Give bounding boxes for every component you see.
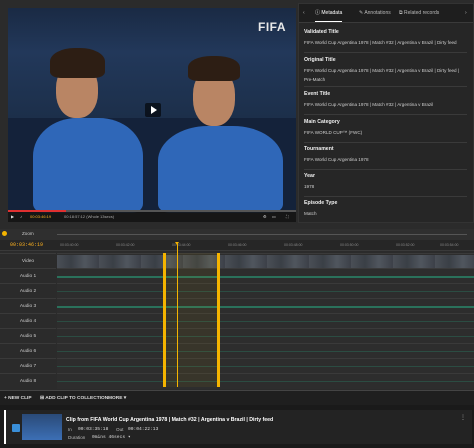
track-label-audio-7: Audio 7 — [0, 358, 56, 374]
tab-related-records[interactable]: ⧉ Related records — [399, 4, 439, 22]
tab-annotations[interactable]: ✎ Annotations — [359, 4, 391, 22]
fifa-watermark: FIFA — [258, 20, 286, 34]
tick-label: 00:03:40:00 — [60, 243, 79, 247]
audio-lane-7[interactable] — [57, 358, 474, 374]
current-timecode: 00:03:46:19 — [30, 214, 52, 219]
video-progress-bar[interactable] — [8, 210, 296, 212]
audio-waveform — [57, 381, 474, 382]
field-validated-title: Validated Title FIFA World Cup Argentina… — [304, 29, 457, 45]
panel-forward-icon[interactable]: › — [465, 4, 467, 22]
audio-waveform — [57, 306, 474, 308]
audio-lane-2[interactable] — [57, 283, 474, 299]
video-progress-fill — [8, 210, 66, 212]
tick-label: 00:03:54:00 — [440, 243, 459, 247]
clip-list: Clip from FIFA World Cup Argentina 1978 … — [0, 405, 474, 448]
volume-icon[interactable]: ♪ — [20, 214, 22, 219]
fullscreen-icon[interactable]: ⛶ — [286, 214, 289, 219]
clip-duration-label: Duration — [68, 435, 86, 440]
zoom-handle[interactable] — [2, 231, 7, 236]
audio-waveform — [57, 291, 474, 292]
add-to-collection-button[interactable]: ⊞ ADD CLIP TO COLLECTION — [40, 391, 108, 406]
track-label-audio-6: Audio 6 — [0, 343, 56, 359]
field-main-category: Main Category FIFA WORLD CUP™ (FWC) — [304, 119, 363, 135]
more-button[interactable]: MORE ▾ — [108, 391, 126, 406]
audio-waveform — [57, 336, 474, 337]
tick-label: 00:03:48:00 — [284, 243, 303, 247]
track-label-audio-8: Audio 8 — [0, 373, 56, 389]
video-lane[interactable] — [57, 253, 474, 269]
clip-out-handle[interactable] — [217, 315, 220, 323]
new-clip-button[interactable]: + NEW CLIP — [4, 391, 32, 406]
timeline-timecode: 00:03:46:19 — [10, 242, 44, 248]
audio-waveform — [57, 366, 474, 367]
video-player[interactable]: FIFA — [8, 8, 296, 213]
video-thumbnails — [57, 255, 474, 268]
track-label-audio-2: Audio 2 — [0, 283, 56, 299]
zoom-bar: Zoom — [0, 229, 474, 240]
clip-title: Clip from FIFA World Cup Argentina 1978 … — [66, 417, 274, 423]
clip-in-handle[interactable] — [163, 315, 166, 323]
timeline-ruler: 00:03:46:19 00:03:40:00 00:03:42:00 00:0… — [0, 240, 474, 251]
panel-tabs: ‹ ⓘ Metadata ✎ Annotations ⧉ Related rec… — [299, 4, 473, 23]
zoom-label: Zoom — [22, 231, 34, 236]
clip-menu-icon[interactable]: ⋮ — [460, 414, 466, 421]
field-year: Year 1978 — [304, 173, 315, 189]
audio-waveform — [57, 321, 474, 322]
tick-label: 00:03:46:00 — [228, 243, 247, 247]
clip-selection-range[interactable] — [163, 253, 220, 387]
clip-in-value[interactable]: 00:03:35:18 — [78, 427, 108, 432]
audio-lane-5[interactable] — [57, 328, 474, 344]
audio-waveform — [57, 276, 474, 278]
tab-metadata[interactable]: ⓘ Metadata — [315, 4, 343, 22]
field-episode-type: Episode Type Match — [304, 200, 338, 216]
tick-label: 00:03:52:00 — [396, 243, 415, 247]
audio-lane-8[interactable] — [57, 373, 474, 389]
track-label-audio-4: Audio 4 — [0, 313, 56, 329]
duration-label: 00:18:57:12 (Whole 13secs) — [64, 214, 115, 219]
tick-label: 00:03:42:00 — [116, 243, 135, 247]
player-left-figure — [33, 118, 143, 213]
track-label-audio-3: Audio 3 — [0, 298, 56, 314]
zoom-slider[interactable] — [57, 234, 467, 235]
clip-card[interactable]: Clip from FIFA World Cup Argentina 1978 … — [4, 410, 472, 444]
field-event-title: Event Title FIFA World Cup Argentina 197… — [304, 91, 434, 107]
clip-toolbar: + NEW CLIP ⊞ ADD CLIP TO COLLECTION MORE… — [0, 390, 474, 406]
playhead[interactable] — [175, 242, 179, 387]
player-right-figure — [158, 126, 283, 213]
track-label-audio-1: Audio 1 — [0, 268, 56, 284]
audio-lane-6[interactable] — [57, 343, 474, 359]
settings-icon[interactable]: ⚙ — [263, 214, 267, 219]
clip-in-label: In — [68, 427, 72, 432]
audio-lane-3[interactable] — [57, 298, 474, 314]
clip-duration-select[interactable]: 0mins 46secs ▾ — [92, 435, 131, 440]
field-original-title: Original Title FIFA World Cup Argentina … — [304, 57, 460, 82]
panel-back-icon[interactable]: ‹ — [303, 4, 305, 22]
play-overlay-button[interactable] — [145, 103, 161, 117]
clip-out-value[interactable]: 00:04:22:13 — [128, 427, 158, 432]
track-label-audio-5: Audio 5 — [0, 328, 56, 344]
audio-waveform — [57, 351, 474, 352]
tracks-area: Video Audio 1 Audio 2 Audio 3 Audio 4 Au… — [0, 253, 474, 389]
metadata-panel: ‹ ⓘ Metadata ✎ Annotations ⧉ Related rec… — [298, 3, 474, 223]
audio-lane-4[interactable] — [57, 313, 474, 329]
track-label-video: Video — [0, 253, 56, 269]
audio-lane-1[interactable] — [57, 268, 474, 284]
clip-thumbnail — [22, 414, 62, 440]
clip-checkbox[interactable] — [12, 424, 20, 432]
play-icon[interactable]: ▶ — [11, 214, 14, 219]
tick-label: 00:03:50:00 — [340, 243, 359, 247]
pip-icon[interactable]: ▭ — [272, 214, 276, 219]
field-tournament: Tournament FIFA World Cup Argentina 1978 — [304, 146, 369, 162]
video-controls: ▶ ♪ 00:03:46:19 00:18:57:12 (Whole 13sec… — [8, 210, 296, 222]
clip-out-label: Out — [116, 427, 124, 432]
